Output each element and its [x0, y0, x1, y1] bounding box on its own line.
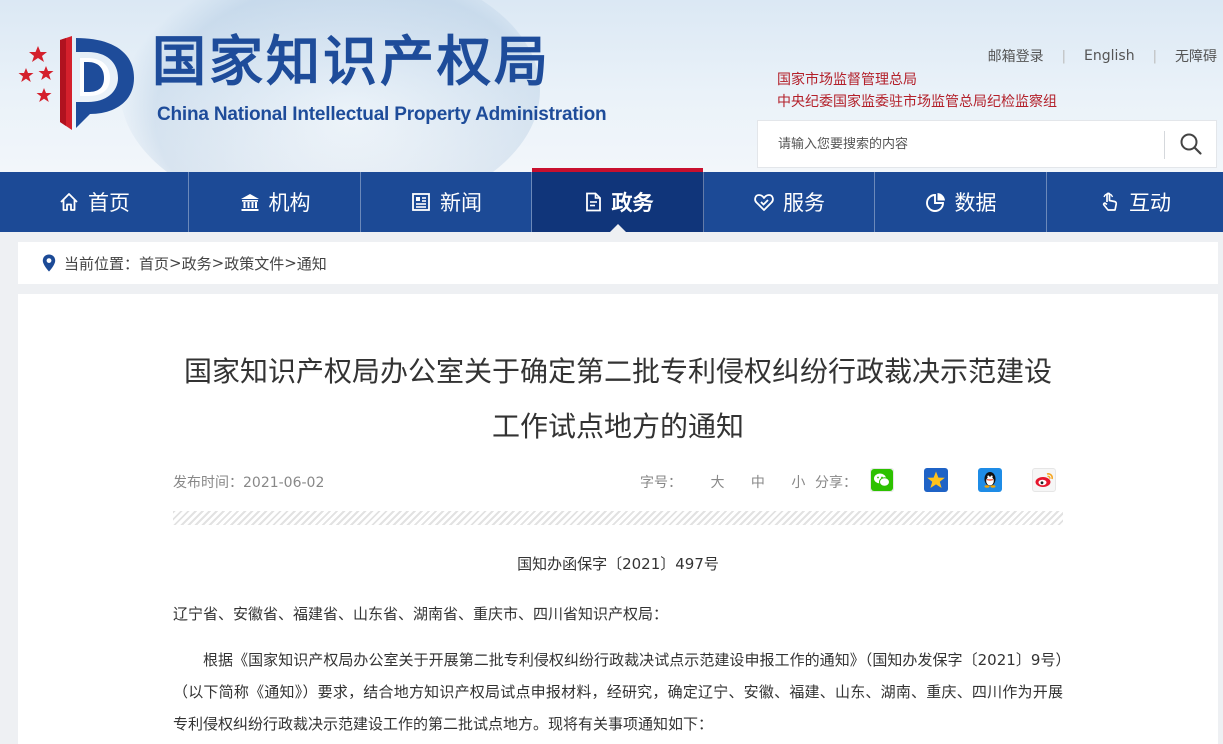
- search-box: [757, 120, 1217, 168]
- nav-item-interaction[interactable]: 互动: [1047, 172, 1223, 232]
- qzone-star-icon: [927, 471, 945, 488]
- site-header: 国家知识产权局 China National Intellectual Prop…: [0, 0, 1223, 172]
- nav-label: 首页: [88, 191, 130, 215]
- addressee: 辽宁省、安徽省、福建省、山东省、湖南省、重庆市、四川省知识产权局：: [173, 605, 669, 623]
- font-size-large[interactable]: 大: [710, 475, 724, 491]
- article-meta: 发布时间：2021-06-02 字号： 大 中 小 分享：: [173, 468, 1063, 494]
- share-weibo[interactable]: [1032, 468, 1056, 492]
- breadcrumb-prefix: 当前位置：: [64, 254, 140, 273]
- document-number: 国知办函保字〔2021〕497号: [517, 555, 719, 573]
- share-wechat[interactable]: [870, 468, 894, 492]
- publish-info: 发布时间：2021-06-02: [173, 472, 324, 492]
- cnipa-emblem-logo[interactable]: [14, 32, 138, 132]
- data-pie-icon: [925, 191, 947, 213]
- breadcrumb-separator: >: [211, 254, 225, 272]
- site-title-cn: 国家知识产权局: [152, 30, 551, 93]
- publish-label: 发布时间：: [173, 475, 243, 491]
- site-title-en: China National Intellectual Property Adm…: [157, 104, 607, 125]
- breadcrumb: 当前位置： 首页 > 政务 > 政策文件 > 通知: [18, 242, 1218, 284]
- breadcrumb-home[interactable]: 首页: [139, 253, 169, 274]
- breadcrumb-separator: >: [284, 254, 297, 272]
- accessibility-link[interactable]: 无障碍: [1175, 46, 1217, 66]
- article-title-line1: 国家知识产权局办公室关于确定第二批专利侵权纠纷行政裁决示范建设: [183, 355, 1052, 388]
- link-separator: |: [1152, 48, 1157, 64]
- nav-item-institution[interactable]: 机构: [189, 172, 361, 232]
- nav-label: 数据: [954, 191, 997, 215]
- article-body: 辽宁省、安徽省、福建省、山东省、湖南省、重庆市、四川省知识产权局： 根据《国家知…: [173, 598, 1063, 740]
- breadcrumb-notices[interactable]: 通知: [297, 253, 327, 274]
- search-input[interactable]: [758, 121, 1163, 167]
- org-samr[interactable]: 国家市场监督管理总局: [777, 69, 1057, 91]
- qq-penguin-icon: [984, 472, 996, 488]
- nav-label: 新闻: [440, 191, 482, 215]
- org-discipline-group[interactable]: 中央纪委国家监委驻市场监管总局纪检监察组: [777, 91, 1057, 113]
- nav-item-news[interactable]: 新闻: [361, 172, 532, 232]
- nav-label: 互动: [1129, 191, 1171, 215]
- font-size-label: 字号：: [640, 475, 682, 491]
- share-qzone[interactable]: [924, 468, 948, 492]
- service-icon: [753, 191, 775, 213]
- wechat-icon: [871, 469, 893, 491]
- nav-item-home[interactable]: 首页: [0, 172, 189, 232]
- font-size-small[interactable]: 小: [791, 475, 805, 491]
- search-icon: [1180, 133, 1202, 155]
- font-size-medium[interactable]: 中: [751, 475, 765, 491]
- article-title-line2: 工作试点地方的通知: [491, 410, 744, 443]
- nav-label: 政务: [611, 191, 654, 215]
- font-size-controls: 字号： 大 中 小: [640, 472, 827, 492]
- share-qq[interactable]: [978, 468, 1002, 492]
- government-affairs-icon: [582, 191, 604, 213]
- link-separator: |: [1061, 48, 1067, 64]
- search-button[interactable]: [1165, 121, 1217, 167]
- mail-login-link[interactable]: 邮箱登录: [988, 46, 1044, 66]
- breadcrumb-separator: >: [169, 254, 182, 272]
- institution-icon: [239, 191, 261, 213]
- affiliated-orgs: 国家市场监督管理总局 中央纪委国家监委驻市场监管总局纪检监察组: [777, 69, 1057, 113]
- main-nav: 首页 机构 新闻 政务 服务 数据 互动: [0, 168, 1223, 232]
- article-panel: 国家知识产权局办公室关于确定第二批专利侵权纠纷行政裁决示范建设 工作试点地方的通…: [18, 294, 1218, 744]
- nav-item-service[interactable]: 服务: [704, 172, 875, 232]
- nav-label: 机构: [268, 191, 311, 215]
- top-links: 邮箱登录 | English | 无障碍: [988, 46, 1217, 66]
- breadcrumb-government-affairs[interactable]: 政务: [182, 253, 212, 274]
- news-icon: [410, 191, 432, 213]
- nav-item-data[interactable]: 数据: [875, 172, 1047, 232]
- english-link[interactable]: English: [1084, 48, 1135, 64]
- nav-label: 服务: [783, 191, 825, 215]
- interaction-hand-icon: [1099, 191, 1121, 213]
- decorative-stripe-divider: [173, 511, 1063, 525]
- home-icon: [58, 191, 80, 213]
- nav-item-government-affairs[interactable]: 政务: [532, 168, 704, 232]
- publish-date: 2021-06-02: [243, 475, 325, 491]
- location-pin-icon: [42, 254, 56, 272]
- breadcrumb-policy-documents[interactable]: 政策文件: [224, 253, 284, 274]
- share-label: 分享：: [815, 475, 857, 491]
- paragraph: 根据《国家知识产权局办公室关于开展第二批专利侵权纠纷行政裁决试点示范建设申报工作…: [173, 651, 1063, 733]
- weibo-icon: [1035, 473, 1053, 487]
- article-title: 国家知识产权局办公室关于确定第二批专利侵权纠纷行政裁决示范建设 工作试点地方的通…: [173, 344, 1063, 454]
